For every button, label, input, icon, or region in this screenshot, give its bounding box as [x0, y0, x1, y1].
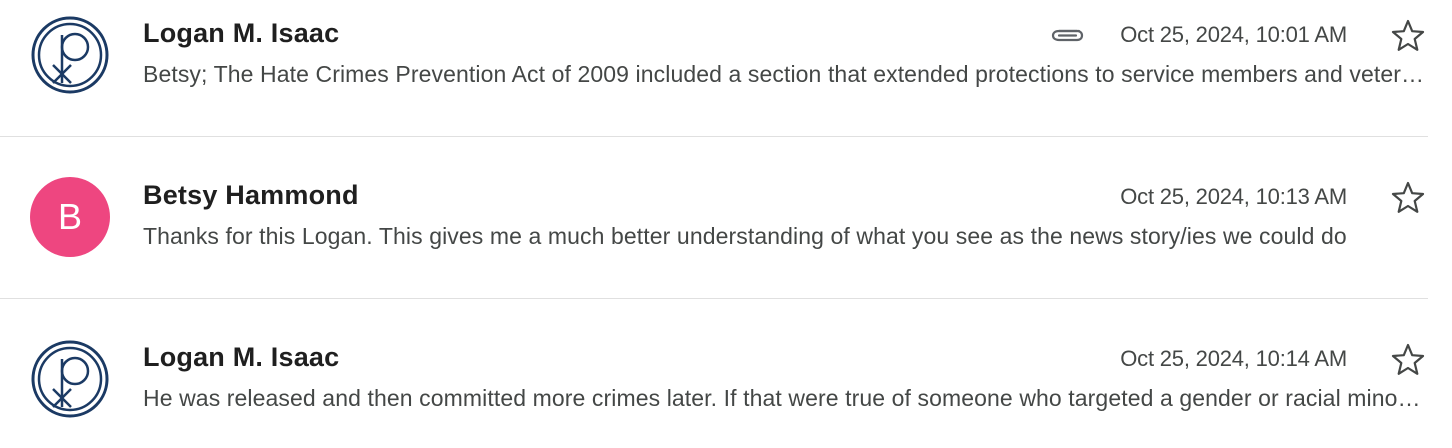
message-thread-list: Logan M. Isaac Oct 25, 2024, 10:01 AM Be… — [0, 0, 1452, 448]
sender-name: Logan M. Isaac — [143, 342, 340, 372]
message-row[interactable]: B Betsy Hammond Oct 25, 2024, 10:13 AM T… — [0, 162, 1428, 280]
sender-logo-avatar — [30, 339, 110, 419]
divider — [0, 136, 1428, 137]
sender-letter-avatar: B — [30, 177, 110, 257]
message-date: Oct 25, 2024, 10:13 AM — [1120, 184, 1347, 209]
sender-name: Betsy Hammond — [143, 180, 359, 210]
message-snippet: Thanks for this Logan. This gives me a m… — [143, 223, 1347, 249]
message-snippet: Betsy; The Hate Crimes Prevention Act of… — [143, 61, 1425, 87]
sender-logo-avatar — [30, 15, 110, 95]
divider — [0, 298, 1428, 299]
message-snippet: He was released and then committed more … — [143, 385, 1425, 411]
star-outline-icon[interactable] — [1390, 342, 1426, 378]
message-row[interactable]: Logan M. Isaac Oct 25, 2024, 10:01 AM Be… — [0, 0, 1428, 118]
message-date: Oct 25, 2024, 10:14 AM — [1120, 346, 1347, 371]
star-outline-icon[interactable] — [1390, 18, 1426, 54]
sender-name: Logan M. Isaac — [143, 18, 340, 48]
chi-rho-logo-icon — [31, 16, 109, 94]
chi-rho-logo-icon — [31, 340, 109, 418]
message-row[interactable]: Logan M. Isaac Oct 25, 2024, 10:14 AM He… — [0, 324, 1428, 442]
paperclip-icon[interactable] — [1049, 22, 1085, 46]
star-outline-icon[interactable] — [1390, 180, 1426, 216]
message-date: Oct 25, 2024, 10:01 AM — [1120, 22, 1347, 47]
